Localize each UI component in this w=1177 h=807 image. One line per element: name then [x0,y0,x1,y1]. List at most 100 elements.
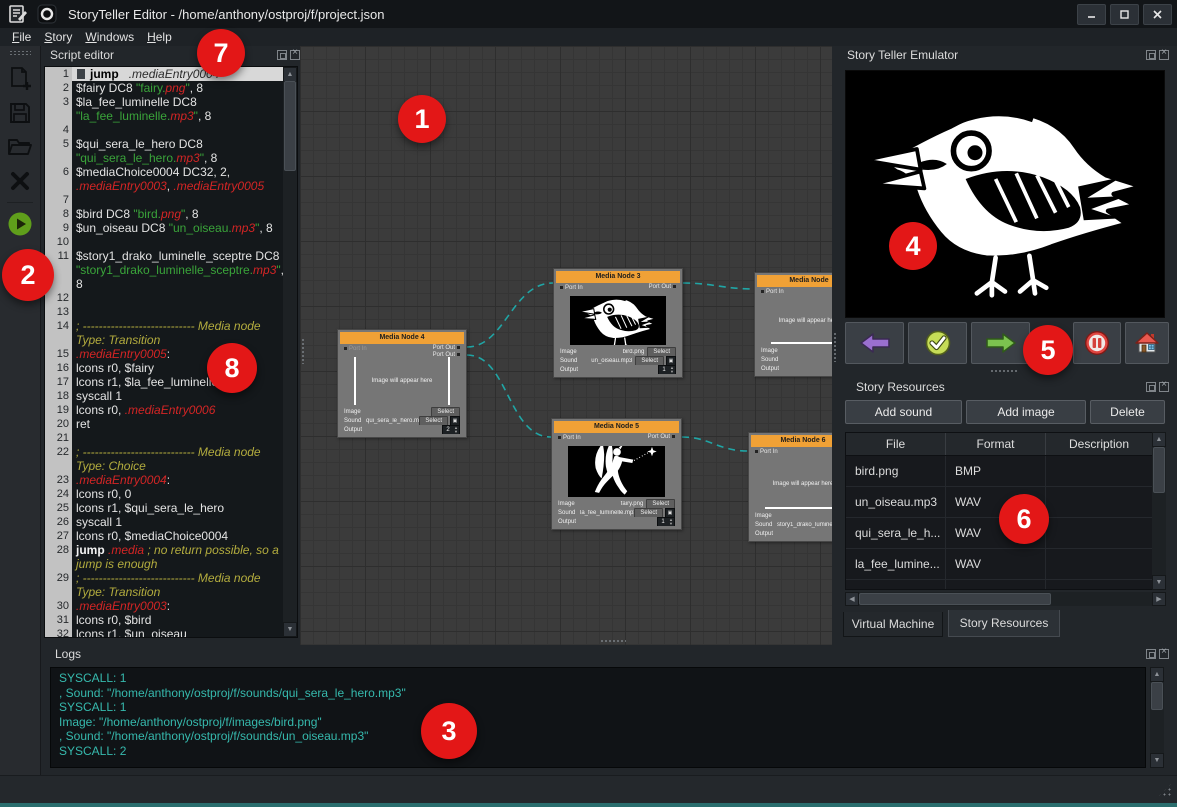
scroll-right-icon[interactable]: ▶ [1152,592,1166,606]
port-in[interactable]: Port In [556,435,581,441]
code-line[interactable]: 8$bird DC8 "bird.png", 8 [45,207,283,221]
new-file-button[interactable] [5,64,35,94]
maximize-button[interactable] [1110,4,1139,25]
resize-grip[interactable] [1157,782,1173,798]
table-cell[interactable]: bird.png [846,456,946,486]
table-cell[interactable]: la_fee_lumine... [846,549,946,579]
scroll-down-icon[interactable]: ▼ [283,622,297,637]
sound-preview-icon[interactable]: ▣ [666,356,676,365]
run-button[interactable] [5,209,35,239]
port-out[interactable]: Port Out [648,434,677,440]
splitter-left[interactable] [301,338,306,364]
code-line[interactable]: "story1_drako_luminelle_sceptre.mp3", [45,263,283,277]
code-line[interactable]: 14; ---------------------------- Media n… [45,319,283,333]
code-line[interactable]: 1jump .mediaEntry0004 [45,67,283,81]
emulator-back-button[interactable] [845,322,904,364]
emulator-pause-button[interactable] [1073,322,1121,364]
close-panel-icon[interactable] [290,50,300,60]
code-line[interactable]: 26syscall 1 [45,515,283,529]
code-line[interactable]: 30.mediaEntry0003: [45,599,283,613]
menu-help[interactable]: Help [147,30,181,44]
node-graph-canvas[interactable]: Media Node 4 Port In Port Out Port Out I… [300,46,832,645]
code-line[interactable]: 7 [45,193,283,207]
code-line[interactable]: 6$mediaChoice0004 DC32, 2, [45,165,283,179]
code-line[interactable]: 27lcons r0, $mediaChoice0004 [45,529,283,543]
code-line[interactable]: Type: Choice [45,459,283,473]
code-line[interactable]: 23.mediaEntry0004: [45,473,283,487]
table-cell[interactable] [1046,549,1153,579]
float-panel-icon[interactable] [1146,50,1156,60]
select-image-button[interactable]: Select [431,407,460,416]
tab-virtual-machine[interactable]: Virtual Machine [843,612,943,637]
output-spinner[interactable]: 1▲▼ [658,365,676,374]
code-line[interactable]: 12 [45,291,283,305]
float-panel-icon[interactable] [1146,382,1156,392]
select-sound-button[interactable]: Select [634,508,663,517]
table-cell[interactable] [1046,456,1153,486]
select-image-button[interactable]: Select [646,499,675,508]
scroll-down-icon[interactable]: ▼ [1150,753,1164,768]
code-line[interactable]: 3$la_fee_luminelle DC8 [45,95,283,109]
table-cell[interactable]: BMP [946,580,1046,590]
port-in[interactable]: Port In [759,289,784,295]
menu-file[interactable]: File [12,30,40,44]
emulator-splitter-handle[interactable] [990,369,1018,374]
code-line[interactable]: 20ret [45,417,283,431]
code-line[interactable]: jump is enough [45,557,283,571]
emulator-home-button[interactable] [1125,322,1169,364]
code-line[interactable]: 31lcons r0, $bird [45,613,283,627]
toolbar-drag-handle[interactable] [9,50,31,56]
log-vscrollbar[interactable]: ▲ ▼ [1150,667,1164,768]
emulator-forward-button[interactable] [971,322,1030,364]
column-header[interactable]: Description [1046,433,1153,455]
scroll-up-icon[interactable]: ▲ [1152,432,1166,447]
media-node-6[interactable]: Media Node 6 Port In Image will appear h… [748,432,832,542]
code-line[interactable]: 5$qui_sera_le_hero DC8 [45,137,283,151]
select-sound-button[interactable]: Select [635,356,664,365]
scroll-up-icon[interactable]: ▲ [1150,667,1164,682]
sound-preview-icon[interactable]: ▣ [665,508,675,517]
code-line[interactable]: 24lcons r0, 0 [45,487,283,501]
float-panel-icon[interactable] [277,50,287,60]
sound-preview-icon[interactable]: ▣ [450,416,460,425]
node-title[interactable]: Media Node 3 [556,271,680,283]
table-row[interactable]: bird.pngBMP [846,456,1165,487]
scroll-left-icon[interactable]: ◀ [845,592,859,606]
minimize-button[interactable] [1077,4,1106,25]
media-node-3[interactable]: Media Node 3 Port In Port Out Imagebird.… [553,268,683,378]
code-line[interactable]: 32lcons r1, $un_oiseau [45,627,283,637]
code-line[interactable]: 8 [45,277,283,291]
emulator-ok-button[interactable] [908,322,967,364]
code-line[interactable]: 21 [45,431,283,445]
menu-windows[interactable]: Windows [85,30,143,44]
table-cell[interactable]: un_oiseau.mp3 [846,487,946,517]
table-cell[interactable]: WAV [946,549,1046,579]
scroll-up-icon[interactable]: ▲ [283,67,297,82]
table-cell[interactable]: fairy.png [846,580,946,590]
node-title[interactable]: Media Node 6 [751,435,832,447]
media-node-clipped-top[interactable]: Media Node Port In Image will appear her… [754,272,832,377]
code-line[interactable]: 22; ---------------------------- Media n… [45,445,283,459]
close-button[interactable] [1143,4,1172,25]
output-spinner[interactable]: 1▲▼ [657,517,675,526]
table-cell[interactable]: qui_sera_le_h... [846,518,946,548]
table-cell[interactable]: BMP [946,456,1046,486]
code-line[interactable]: 19lcons r0, .mediaEntry0006 [45,403,283,417]
code-editor[interactable]: 1jump .mediaEntry00042$fairy DC8 "fairy.… [44,66,298,638]
code-line[interactable]: 10 [45,235,283,249]
hscroll-thumb[interactable] [859,593,1051,605]
close-panel-icon[interactable] [1159,50,1169,60]
code-line[interactable]: "la_fee_luminelle.mp3", 8 [45,109,283,123]
tab-story-resources[interactable]: Story Resources [948,610,1060,637]
port-in[interactable]: Port In [558,285,583,291]
scroll-down-icon[interactable]: ▼ [1152,575,1166,590]
open-button[interactable] [5,132,35,162]
column-header[interactable]: Format [946,433,1046,455]
close-panel-icon[interactable] [1159,649,1169,659]
splitter-bottom[interactable] [600,639,626,644]
port-out[interactable]: Port Out [649,284,678,290]
menu-story[interactable]: Story [44,30,81,44]
table-cell[interactable] [1046,518,1153,548]
node-title[interactable]: Media Node 4 [340,332,464,344]
code-line[interactable]: 4 [45,123,283,137]
